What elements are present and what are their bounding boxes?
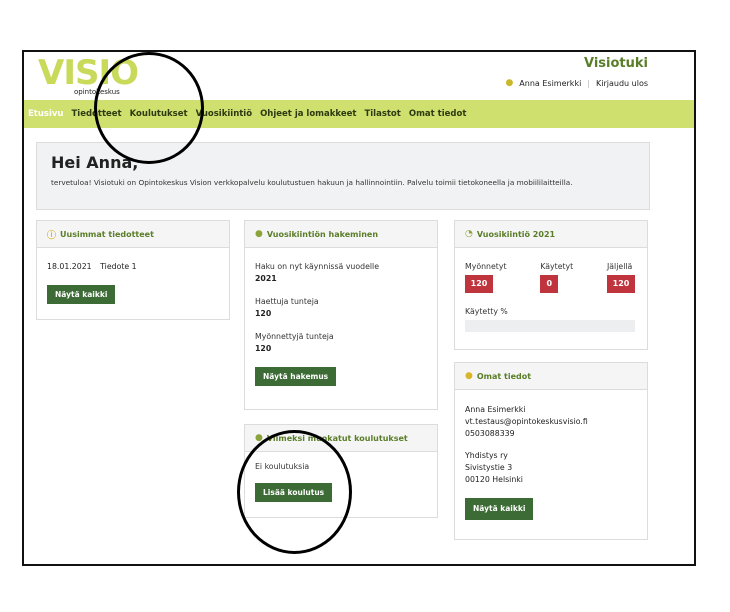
profile-city: 00120 Helsinki (465, 475, 523, 484)
quota-used-badge: 0 (540, 275, 559, 293)
profile-card-body: Anna Esimerkki vt.testaus@opintokeskusvi… (455, 390, 647, 530)
site-title: Visiotuki (584, 56, 648, 71)
used-percent-label: Käytetty % (465, 307, 508, 316)
nav-item-vuosikiintio[interactable]: Vuosikiintiö (196, 109, 253, 119)
pie-chart-icon: ◔ (465, 229, 473, 239)
news-card-header: ⓘ Uusimmat tiedotteet (37, 221, 229, 248)
granted-hours-label: Myönnettyjä tunteja (255, 332, 334, 341)
nav-item-etusivu[interactable]: Etusivu (28, 109, 64, 119)
quota-used-label: Käytetyt (540, 262, 574, 271)
quota-card-header: ◔ Vuosikiintiö 2021 (455, 221, 647, 248)
profile-card-title: Omat tiedot (476, 371, 532, 381)
quota-granted-badge: 120 (465, 275, 493, 293)
application-open-year: 2021 (255, 274, 277, 283)
quota-left-badge: 120 (606, 275, 635, 293)
welcome-text: tervetuloa! Visiotuki on Opintokeskus Vi… (51, 178, 573, 187)
profile-card: ● Omat tiedot Anna Esimerkki vt.testaus@… (454, 362, 648, 540)
nav-item-ohjeet[interactable]: Ohjeet ja lomakkeet (260, 109, 356, 119)
profile-card-header: ● Omat tiedot (455, 363, 647, 390)
news-card-body: 18.01.2021 Tiedote 1 Näytä kaikki (37, 248, 229, 314)
profile-name: Anna Esimerkki (465, 405, 526, 414)
show-all-profile-button[interactable]: Näytä kaikki (465, 498, 534, 520)
applied-hours-label: Haettuja tunteja (255, 297, 319, 306)
profile-org: Yhdistys ry (465, 451, 508, 460)
application-open-label: Haku on nyt käynnissä vuodelle (255, 262, 380, 271)
group-icon: ● (255, 229, 263, 239)
quota-left: Jäljellä 120 (606, 262, 635, 293)
used-percent-bar (465, 320, 635, 332)
user-area: ● Anna Esimerkki | Kirjaudu ulos (505, 78, 648, 88)
show-all-news-button[interactable]: Näytä kaikki (47, 285, 116, 304)
profile-street: Sivistystie 3 (465, 463, 513, 472)
user-icon: ● (465, 371, 473, 381)
quota-card: ◔ Vuosikiintiö 2021 Myönnetyt 120 Käytet… (454, 220, 648, 350)
separator: | (587, 78, 590, 88)
annotation-circle-nav (94, 52, 204, 164)
nav-item-tilastot[interactable]: Tilastot (364, 109, 400, 119)
quota-granted: Myönnetyt 120 (465, 262, 507, 293)
news-card-title: Uusimmat tiedotteet (60, 229, 154, 239)
quota-card-body: Myönnetyt 120 Käytetyt 0 Jäljellä 120 Kä… (455, 248, 647, 342)
nav-item-omat-tiedot[interactable]: Omat tiedot (409, 109, 467, 119)
quota-left-label: Jäljellä (606, 262, 633, 271)
news-card: ⓘ Uusimmat tiedotteet 18.01.2021 Tiedote… (36, 220, 230, 320)
logout-link[interactable]: Kirjaudu ulos (596, 79, 648, 88)
news-item[interactable]: 18.01.2021 Tiedote 1 (47, 262, 219, 271)
application-card-title: Vuosikiintiön hakeminen (266, 229, 379, 239)
profile-email: vt.testaus@opintokeskusvisio.fi (465, 417, 588, 426)
user-name[interactable]: Anna Esimerkki (519, 79, 581, 88)
quota-used: Käytetyt 0 (540, 262, 573, 293)
user-icon: ● (505, 78, 514, 88)
news-date: 18.01.2021 (47, 262, 92, 271)
profile-phone: 0503088339 (465, 429, 515, 438)
news-title: Tiedote 1 (100, 262, 137, 271)
annotation-circle-add-button (237, 430, 352, 554)
quota-card-title: Vuosikiintiö 2021 (476, 229, 556, 239)
application-card: ● Vuosikiintiön hakeminen Haku on nyt kä… (244, 220, 438, 410)
info-icon: ⓘ (47, 230, 57, 241)
show-application-button[interactable]: Näytä hakemus (255, 367, 337, 386)
quota-granted-label: Myönnetyt (465, 262, 507, 271)
granted-hours-value: 120 (255, 344, 272, 353)
applied-hours-value: 120 (255, 309, 272, 318)
application-card-body: Haku on nyt käynnissä vuodelle 2021 Haet… (245, 248, 437, 396)
application-card-header: ● Vuosikiintiön hakeminen (245, 221, 437, 248)
